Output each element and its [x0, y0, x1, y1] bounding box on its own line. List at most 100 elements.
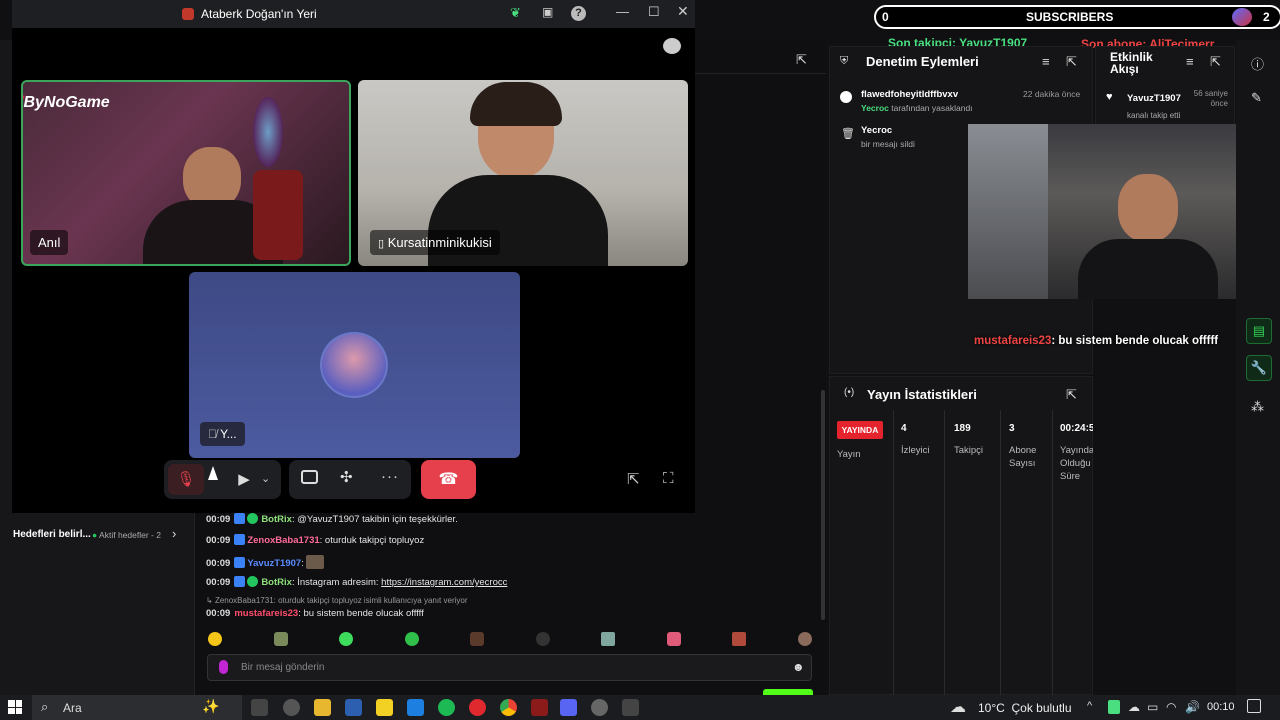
emote[interactable]: [273, 632, 288, 646]
divider: [1000, 410, 1001, 695]
app-icon[interactable]: [407, 699, 424, 716]
inbox-icon[interactable]: ▣: [542, 5, 553, 19]
app-icon[interactable]: [591, 699, 608, 716]
instagram-link[interactable]: https://instagram.com/yecrocc: [381, 577, 507, 588]
chrome-icon[interactable]: [500, 699, 517, 716]
ban-icon: [840, 91, 852, 103]
opera-icon[interactable]: [469, 699, 486, 716]
video-tile-anil[interactable]: /ByNoGame Anıl: [21, 80, 351, 266]
mute-mic-button[interactable]: 🎙: [168, 464, 204, 495]
sub-count: 0: [882, 10, 889, 24]
activity-user: YavuzT1907: [1127, 93, 1181, 104]
sub-count-label: Abone Sayısı: [1009, 445, 1037, 469]
emote[interactable]: [470, 632, 485, 646]
clock[interactable]: 00:10: [1207, 701, 1235, 713]
popout-icon[interactable]: ⇱: [1066, 54, 1077, 70]
maximize-icon[interactable]: ☐: [648, 4, 660, 20]
popout-icon[interactable]: ⇱: [1210, 54, 1221, 70]
info-icon[interactable]: ⓘ: [1251, 54, 1264, 73]
explorer-icon[interactable]: [314, 699, 331, 716]
chat-placeholder: Bir mesaj gönderin: [241, 662, 325, 673]
chevron-up-icon[interactable]: ^: [1087, 700, 1092, 712]
chat-input[interactable]: Bir mesaj gönderin ☻: [207, 654, 812, 681]
emote[interactable]: [208, 632, 222, 646]
help-icon[interactable]: ?: [571, 6, 586, 21]
popout-icon[interactable]: ⇱: [1066, 387, 1077, 403]
chat-bubble-icon[interactable]: [663, 38, 681, 54]
app-icon[interactable]: [531, 699, 548, 716]
rgb-light: [253, 97, 283, 167]
volume-icon[interactable]: 🔊: [1185, 700, 1200, 714]
bynogame-logo: /ByNoGame: [23, 94, 110, 111]
uptime: 00:24:5: [1060, 423, 1093, 434]
chat-message: 00:09 BotRix: @YavuzT1907 takibin için te…: [206, 513, 458, 525]
nitro-icon[interactable]: ❦: [510, 5, 521, 21]
start-icon[interactable]: [8, 700, 22, 714]
emote[interactable]: [797, 632, 812, 646]
chat-message: 00:09 ZenoxBaba1731: oturduk takipçi topl…: [206, 534, 425, 546]
video-tile-avatar[interactable]: 🎙̸ Y...: [189, 272, 520, 458]
notification-icon[interactable]: [1247, 699, 1261, 713]
onedrive-icon[interactable]: ☁: [1128, 700, 1140, 714]
activity-panel: Etkinlik Akışı ≡ ⇱ ♥ YavuzT1907 56 saniy…: [1095, 46, 1235, 126]
chevron-down-icon[interactable]: ⌄: [261, 464, 275, 495]
emote-bar: [208, 632, 812, 650]
mod-action-2: bir mesajı sildi: [861, 139, 915, 149]
emote[interactable]: [666, 632, 681, 646]
weather-text: 10°C Çok bulutlu: [978, 701, 1072, 715]
goals-label[interactable]: Hedefleri belirl...: [13, 529, 91, 540]
more-icon[interactable]: ···: [381, 468, 399, 485]
active-goals: ● Aktif hedefler - 2: [92, 530, 161, 540]
camera-off-button[interactable]: ▶: [229, 464, 259, 495]
emote[interactable]: [339, 632, 354, 646]
streamer-body: [1078, 239, 1218, 299]
sub-label: SUBSCRIBERS: [1026, 10, 1114, 24]
shield-icon[interactable]: [1108, 700, 1120, 714]
spotify-icon[interactable]: [438, 699, 455, 716]
activities-icon[interactable]: ✣: [340, 468, 353, 486]
settings-icon[interactable]: [283, 699, 300, 716]
sub-avatar: [1232, 8, 1252, 26]
battery-icon[interactable]: ▭: [1147, 700, 1158, 714]
emote[interactable]: [404, 632, 419, 646]
mod-action: Yecroc tarafından yasaklandı: [861, 103, 973, 113]
reply-context: ↳ ZenoxBaba1731: oturduk takipçi topluyo…: [206, 596, 468, 605]
gaming-chair: [253, 170, 303, 260]
participant-hair: [470, 82, 562, 126]
discord-icon[interactable]: [560, 699, 577, 716]
popout-window-icon[interactable]: ⇱: [627, 470, 640, 488]
chat-message: 00:09 BotRix: İnstagram adresim: https://…: [206, 576, 508, 588]
end-call-button[interactable]: ☎: [421, 460, 476, 499]
emote[interactable]: [535, 632, 550, 646]
app-icon[interactable]: [622, 699, 639, 716]
wifi-icon[interactable]: ◠: [1166, 700, 1176, 714]
emote[interactable]: [732, 632, 747, 646]
minimize-icon[interactable]: —: [616, 4, 629, 19]
apps-icon[interactable]: ⁂: [1251, 399, 1264, 415]
screenshare-icon[interactable]: [301, 470, 318, 484]
emote[interactable]: [601, 632, 616, 646]
search-label: Ara: [63, 701, 82, 715]
mic-icon[interactable]: [219, 660, 228, 674]
wrench-icon[interactable]: 🔧: [1246, 355, 1272, 381]
filter-icon[interactable]: ≡: [1186, 54, 1194, 69]
heart-icon: ♥: [1106, 91, 1113, 103]
emoji-icon[interactable]: ☻: [792, 660, 805, 674]
fullscreen-icon[interactable]: ⛶: [663, 470, 674, 487]
video-tile-kursat[interactable]: ▯ Kursatinminikukisi: [358, 80, 688, 266]
app-icon[interactable]: [345, 699, 362, 716]
filter-icon[interactable]: ≡: [1042, 54, 1050, 69]
notes-icon[interactable]: [376, 699, 393, 716]
popout-icon[interactable]: ⇱: [796, 52, 807, 68]
sub-count-stat: 3: [1009, 423, 1015, 434]
layout-icon[interactable]: ▤: [1246, 318, 1272, 344]
taskbar-search[interactable]: ⌕ Ara ✨: [32, 695, 242, 720]
chevron-right-icon[interactable]: ›: [172, 526, 176, 541]
mouse-cursor: [208, 466, 218, 480]
participant-tag: ▯ Kursatinminikukisi: [370, 230, 500, 255]
close-icon[interactable]: ✕: [677, 3, 689, 20]
task-view-icon[interactable]: [251, 699, 268, 716]
scrollbar[interactable]: [821, 390, 825, 620]
chat-overlay: mustafareis23: bu sistem bende olucak of…: [974, 335, 1219, 347]
edit-icon[interactable]: ✎: [1251, 90, 1262, 106]
